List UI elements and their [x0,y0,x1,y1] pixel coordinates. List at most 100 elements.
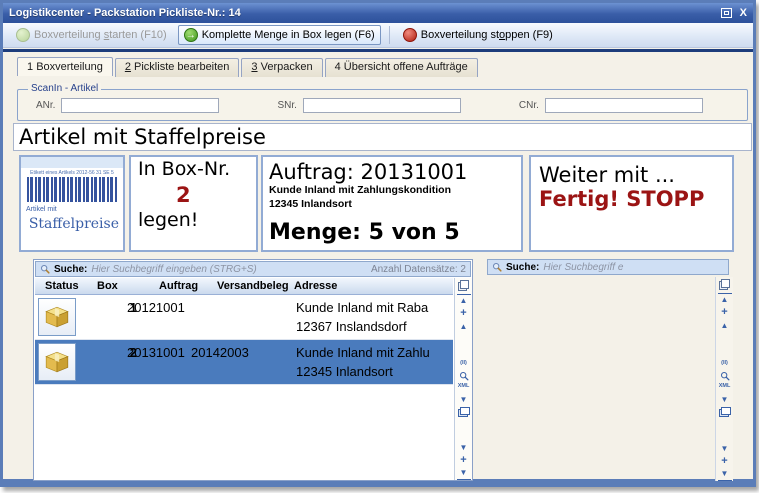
tab-verpacken[interactable]: 3 Verpacken [241,58,322,77]
cnr-label: CNr. [519,100,539,111]
scroll-bottom-icon[interactable]: ▼ [457,467,471,480]
page-up-icon[interactable]: + [718,306,732,319]
toolbar-separator [389,26,390,44]
cell-auftrag: 20121001 [127,300,185,315]
complete-quantity-button[interactable]: → Komplette Menge in Box legen (F6) [178,25,381,45]
toolbar: Boxverteilung starten (F10) → Komplette … [3,23,753,48]
anr-label: ANr. [36,100,55,111]
copy-icon[interactable] [458,280,469,291]
box-line2: legen! [131,208,256,234]
table-row[interactable]: 1 20121001 Kunde Inland mit Raba 12367 I… [35,295,453,340]
grid-search-icon[interactable] [459,371,469,381]
close-icon[interactable]: X [740,8,747,18]
complete-quantity-label: Komplette Menge in Box legen (F6) [202,29,375,41]
package-icon [44,349,70,375]
start-distribution-button[interactable]: Boxverteilung starten (F10) [11,26,172,44]
grid-search-icon[interactable] [720,371,730,381]
xml-export-icon[interactable]: XML [718,381,732,394]
left-search-bar[interactable]: Suche: Anzahl Datensätze: 2 [35,261,471,277]
left-grid-nav-strip: ▲ + ▲ (II) XML ▼ ▼ + ▼ [454,278,472,480]
row-up-icon[interactable]: ▲ [718,319,732,332]
col-adresse[interactable]: Adresse [294,280,337,292]
xml-export-icon[interactable]: XML [457,381,471,394]
scroll-bottom-icon[interactable]: ▼ [718,468,732,481]
tab-pickliste-bearbeiten[interactable]: 2 Pickliste bearbeiten [115,58,240,77]
order-city: 12345 Inlandsort [269,198,515,212]
tab-boxverteilung[interactable]: 1 Boxverteilung [17,57,113,76]
scroll-top-icon[interactable]: ▲ [457,294,471,307]
anr-field-group: ANr. [36,98,219,113]
right-search-label: Suche: [506,262,539,273]
scroll-top-icon[interactable]: ▲ [718,293,732,306]
box-number: 2 [131,183,256,208]
left-search-input[interactable] [91,264,367,275]
article-label-preview: Etikett eines Artikels 2012-56 31 SE 5 A… [19,155,125,252]
page-down-icon[interactable]: + [718,455,732,468]
box-line1: In Box-Nr. [131,157,256,183]
search-icon [40,264,50,274]
start-icon [16,28,30,42]
anr-input[interactable] [61,98,219,113]
layout-windows-icon[interactable] [458,407,470,417]
row-down-icon[interactable]: ▼ [718,442,732,455]
next-step-panel: Weiter mit ... Fertig! STOPP [529,155,734,252]
col-versandbeleg[interactable]: Versandbeleg [217,280,289,292]
title-bar: Logistikcenter - Packstation Pickliste-N… [3,3,753,23]
page-down-icon[interactable]: + [457,454,471,467]
table-header: Status Box Auftrag Versandbeleg Adresse [35,278,453,295]
label-top-strip [21,157,123,168]
order-title: Auftrag: 20131001 [269,160,515,184]
next-step-line1: Weiter mit ... [539,163,724,187]
fit-columns-icon[interactable]: (II) [457,358,471,371]
stop-icon [403,28,417,42]
fit-columns-icon[interactable]: (II) [718,358,732,371]
order-quantity: Menge: 5 von 5 [269,220,515,245]
filter-icon[interactable]: ▼ [457,394,471,407]
barcode-image [27,177,117,202]
box-table-panel: Suche: Anzahl Datensätze: 2 Status Box A… [33,259,473,481]
filter-icon[interactable]: ▼ [718,394,732,407]
right-grid-nav-strip: ▲ + ▲ (II) XML ▼ ▼ + ▼ [715,277,733,481]
snr-input[interactable] [303,98,461,113]
record-count: Anzahl Datensätze: 2 [371,264,466,275]
left-search-label: Suche: [54,264,87,275]
col-auftrag[interactable]: Auftrag [159,280,198,292]
cnr-input[interactable] [545,98,703,113]
status-cell [38,343,76,381]
next-step-line2: Fertig! STOPP [539,187,724,211]
detail-panel: Suche: ▲ + ▲ (II) XML ▼ ▼ + ▼ [483,259,733,481]
cell-auftrag: 20131001 [127,345,185,360]
restore-icon[interactable] [721,8,732,18]
search-icon [492,262,502,272]
order-customer: Kunde Inland mit Zahlungskondition [269,184,515,198]
toolbar-divider [3,49,753,52]
article-header-bar: Artikel mit Staffelpreise [13,123,752,151]
status-cell [38,298,76,336]
box-instruction-panel: In Box-Nr. 2 legen! [129,155,258,252]
page-up-icon[interactable]: + [457,307,471,320]
cnr-field-group: CNr. [519,98,703,113]
row-up-icon[interactable]: ▲ [457,320,471,333]
label-caption: Etikett eines Artikels 2012-56 31 SE 5 [21,170,123,176]
package-icon [44,304,70,330]
screenshot-stage: Logistikcenter - Packstation Pickliste-N… [0,0,759,493]
app-window: Logistikcenter - Packstation Pickliste-N… [0,0,756,487]
right-search-bar[interactable]: Suche: [487,259,729,275]
window-title: Logistikcenter - Packstation Pickliste-N… [9,7,241,19]
cell-adresse: Kunde Inland mit Zahlu 12345 Inlandsort [296,343,430,381]
row-down-icon[interactable]: ▼ [457,441,471,454]
cell-versandbeleg: 20142003 [191,345,249,360]
col-status[interactable]: Status [45,280,79,292]
stop-distribution-button[interactable]: Boxverteilung stoppen (F9) [398,26,558,44]
tab-uebersicht-offene-auftraege[interactable]: 4 Übersicht offene Aufträge [325,58,478,77]
table-row-selected[interactable]: 2 20131001 20142003 Kunde Inland mit Zah… [35,340,453,385]
layout-windows-icon[interactable] [719,407,731,417]
cell-adresse: Kunde Inland mit Raba 12367 Inslandsdorf [296,298,428,336]
window-controls: X [721,8,747,18]
col-box[interactable]: Box [97,280,118,292]
order-info-panel: Auftrag: 20131001 Kunde Inland mit Zahlu… [261,155,523,252]
snr-field-group: SNr. [277,98,460,113]
right-search-input[interactable] [543,262,724,273]
copy-icon[interactable] [719,279,730,290]
label-line1: Artikel mit [21,206,123,213]
